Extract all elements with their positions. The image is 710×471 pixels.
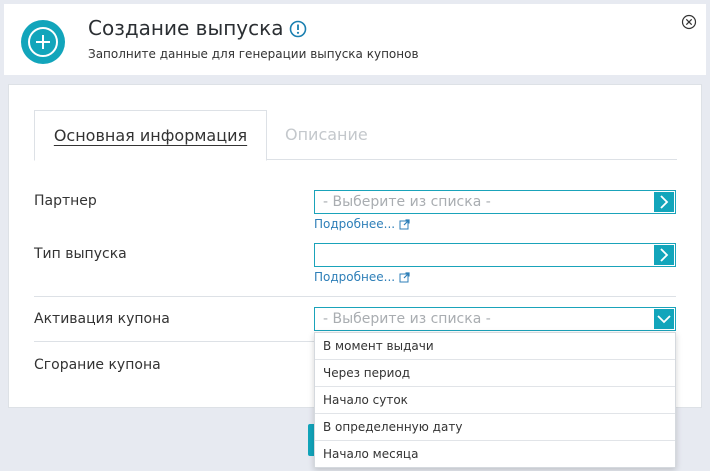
- chevron-right-icon: [660, 248, 669, 262]
- coupon-activation-options: В момент выдачи Через период Начало суто…: [314, 332, 676, 468]
- issue-type-more-link-text: Подробнее...: [314, 270, 396, 284]
- partner-more-link[interactable]: Подробнее...: [314, 217, 410, 231]
- page-title-text: Создание выпуска: [88, 16, 284, 40]
- partner-open-button[interactable]: [654, 192, 674, 212]
- info-icon[interactable]: [289, 19, 307, 38]
- issue-type-label: Тип выпуска: [34, 246, 127, 262]
- partner-label: Партнер: [34, 193, 97, 209]
- issue-type-select[interactable]: [314, 243, 676, 267]
- tab-description[interactable]: Описание: [285, 110, 368, 160]
- dropdown-toggle[interactable]: [654, 309, 674, 329]
- partner-select[interactable]: - Выберите из списка -: [314, 190, 676, 214]
- dialog-header: Создание выпуска Заполните данные для ге…: [4, 4, 706, 75]
- coupon-activation-dropdown[interactable]: - Выберите из списка -: [314, 307, 676, 331]
- coupon-activation-value: - Выберите из списка -: [323, 311, 491, 327]
- chevron-down-icon: [657, 315, 671, 324]
- dropdown-option[interactable]: Начало суток: [315, 387, 675, 414]
- page-subtitle: Заполните данные для генерации выпуска к…: [88, 47, 419, 61]
- page-title: Создание выпуска: [88, 16, 307, 40]
- tab-main-info-label: Основная информация: [53, 126, 248, 145]
- chevron-right-icon: [660, 195, 669, 209]
- external-link-icon: [399, 218, 410, 229]
- issue-type-open-button[interactable]: [654, 245, 674, 265]
- divider: [34, 296, 676, 297]
- partner-more-link-text: Подробнее...: [314, 217, 396, 231]
- dropdown-option[interactable]: Начало месяца: [315, 441, 675, 468]
- coupon-activation-label: Активация купона: [34, 311, 170, 327]
- tab-bar: Основная информация Описание: [34, 110, 677, 161]
- close-icon[interactable]: [681, 14, 697, 30]
- plus-circle-icon: [21, 20, 65, 64]
- issue-type-more-link[interactable]: Подробнее...: [314, 270, 410, 284]
- dropdown-option[interactable]: В определенную дату: [315, 414, 675, 441]
- coupon-expiry-label: Сгорание купона: [34, 357, 161, 373]
- divider: [34, 341, 314, 342]
- tab-main-info[interactable]: Основная информация: [34, 110, 267, 161]
- dropdown-option[interactable]: В момент выдачи: [315, 333, 675, 360]
- partner-placeholder: - Выберите из списка -: [323, 194, 491, 210]
- external-link-icon: [399, 271, 410, 282]
- dropdown-option[interactable]: Через период: [315, 360, 675, 387]
